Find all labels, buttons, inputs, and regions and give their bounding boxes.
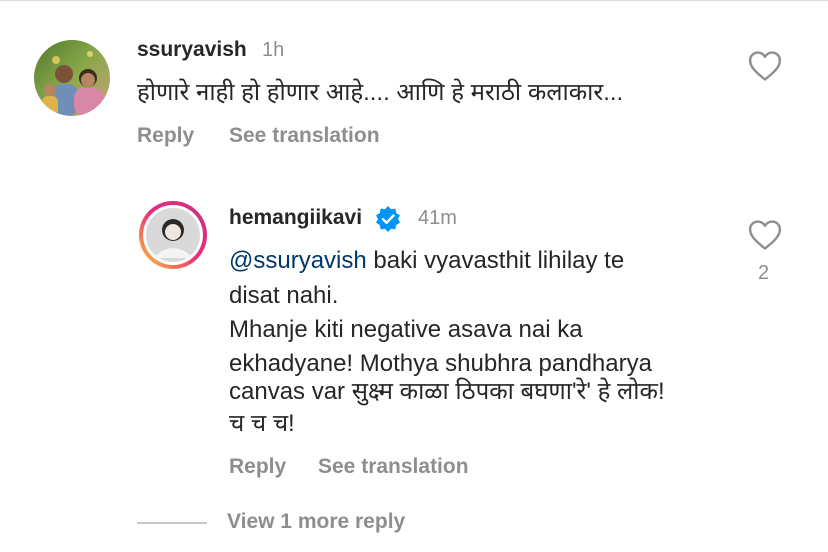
reply-text-line-2: disat nahi. [229,282,339,309]
reply-text-line-1: @ssuryavish baki vyavasthit lihilay te [229,244,624,277]
mention-link[interactable]: @ssuryavish [229,247,367,274]
reply-username[interactable]: hemangiikavi [229,206,362,230]
top-divider [0,0,828,1]
avatar-photo [34,40,110,116]
view-more-divider [137,522,207,524]
see-translation-button[interactable]: See translation [318,455,469,479]
heart-outline-icon-shape [748,51,782,81]
like-count: 2 [758,262,770,284]
heart-outline-icon-shape [748,220,782,250]
verified-badge-icon-shape [376,206,400,232]
view-more-replies-button[interactable]: View 1 more reply [227,510,405,534]
avatar-story-ring [139,201,207,269]
reply-button[interactable]: Reply [229,455,286,479]
see-translation-button[interactable]: See translation [229,124,380,148]
reply-text-line-6: च च च! [229,410,295,437]
comment-time: 1h [262,39,285,61]
verified-badge-icon [374,205,402,238]
avatar[interactable] [34,40,110,116]
reply-text-line-5: canvas var सुक्ष्म काळा ठिपका बघणा'रे' ह… [229,378,665,405]
heart-outline-icon[interactable] [748,50,782,87]
comment-username[interactable]: ssuryavish [137,38,247,62]
avatar[interactable] [138,200,208,270]
reply-time: 41m [418,207,457,229]
comment-text: होणारे नाही हो होणार आहे.... आणि हे मराठ… [137,79,624,106]
heart-outline-icon[interactable] [748,219,782,256]
reply-text-line-3: Mhanje kiti negative asava nai ka [229,316,583,343]
reply-button[interactable]: Reply [137,124,194,148]
reply-text: baki vyavasthit lihilay te [366,247,625,274]
